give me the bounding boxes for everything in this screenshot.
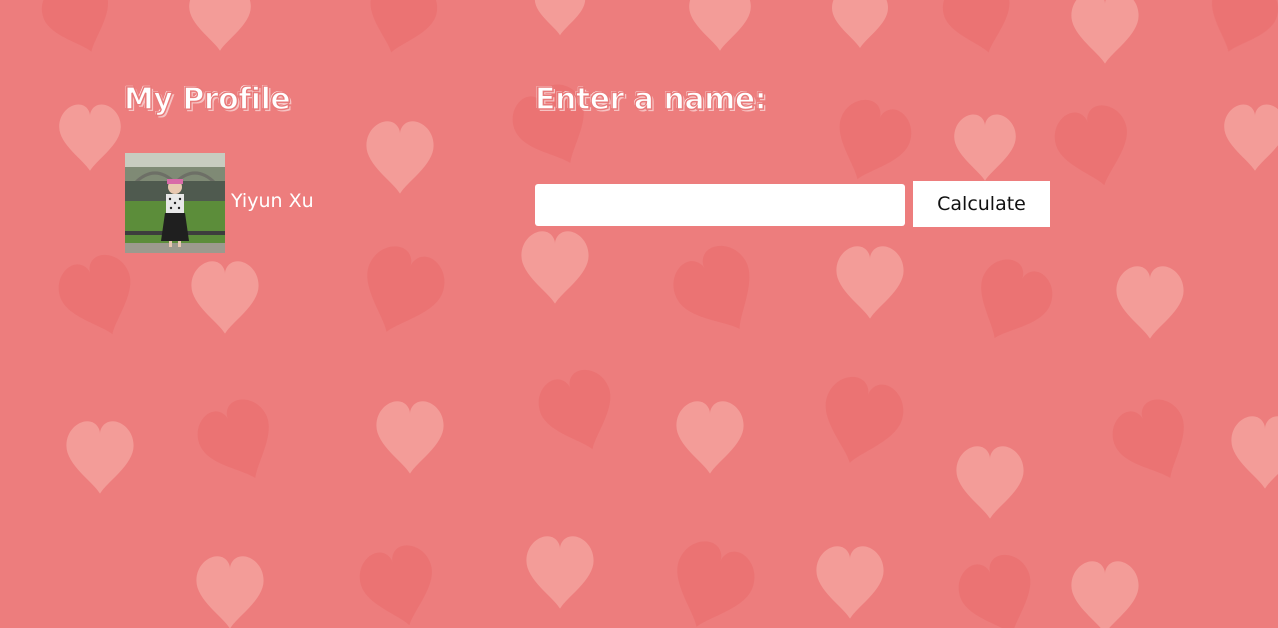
calculate-button[interactable]: Calculate	[913, 181, 1050, 227]
name-input[interactable]	[535, 184, 905, 226]
main-content: My Profile Yiyun Xu Enter a name: Calcul…	[0, 0, 1278, 628]
profile-name: Yiyun Xu	[231, 190, 314, 212]
profile-heading: My Profile	[123, 82, 291, 117]
avatar	[125, 153, 225, 253]
profile-photo	[125, 153, 225, 253]
enter-name-heading: Enter a name:	[534, 82, 767, 117]
